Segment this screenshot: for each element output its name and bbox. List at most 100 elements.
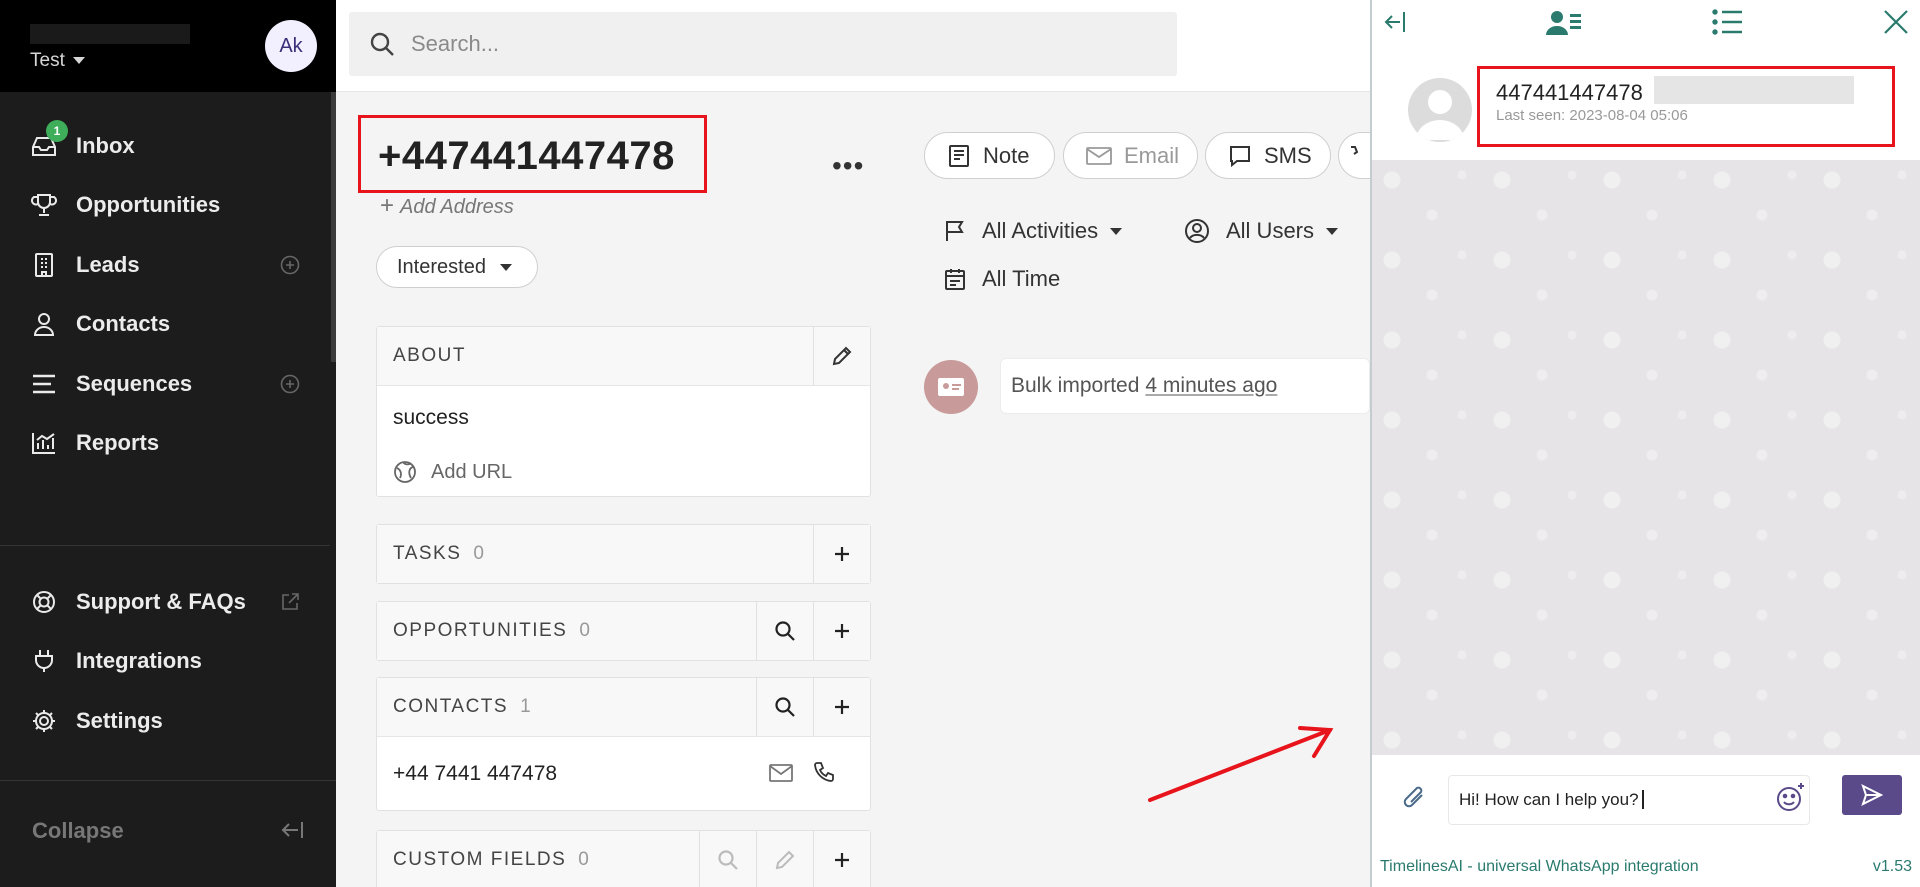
- custom-fields-count: 0: [578, 849, 589, 870]
- sidebar-item-label: Opportunities: [76, 192, 221, 218]
- inbox-badge: 1: [46, 120, 68, 142]
- envelope-icon: [1086, 146, 1112, 166]
- sidebar-item-settings[interactable]: Settings: [0, 691, 330, 751]
- add-url-link[interactable]: Add URL: [393, 460, 854, 484]
- sidebar-item-label: Integrations: [76, 648, 202, 674]
- message-composer: Hi! How can I help you?: [1372, 755, 1920, 847]
- attach-icon[interactable]: [1402, 783, 1428, 813]
- sidebar-item-integrations[interactable]: Integrations: [0, 632, 330, 692]
- close-icon[interactable]: [1882, 8, 1910, 36]
- sidebar-header: Test Ak: [0, 0, 336, 92]
- top-bar: [336, 0, 1370, 92]
- sidebar: Test Ak 1 Inbox Opportunities Leads Cont…: [0, 0, 336, 887]
- add-url-label: Add URL: [431, 460, 513, 483]
- about-header: ABOUT: [377, 327, 870, 385]
- sidebar-scrollbar[interactable]: [331, 92, 336, 362]
- users-filter[interactable]: All Users: [1184, 218, 1339, 244]
- search-contacts-button[interactable]: [756, 678, 813, 736]
- sidebar-item-reports[interactable]: Reports: [0, 414, 330, 474]
- edit-about-button[interactable]: [813, 327, 870, 385]
- sidebar-item-label: Reports: [76, 430, 160, 456]
- edit-custom-fields-button[interactable]: [756, 831, 813, 887]
- sidebar-divider: [0, 780, 336, 781]
- list-icon: [30, 370, 58, 398]
- back-arrow-icon[interactable]: [1382, 8, 1410, 36]
- sidebar-item-inbox[interactable]: 1 Inbox: [0, 116, 330, 176]
- chat-area[interactable]: [1372, 160, 1920, 755]
- time-filter[interactable]: All Time: [944, 266, 1060, 292]
- search-custom-fields-button[interactable]: [699, 831, 756, 887]
- globe-icon: [394, 461, 416, 483]
- sidebar-item-sequences[interactable]: Sequences: [0, 354, 330, 414]
- building-icon: [30, 251, 58, 279]
- call-button[interactable]: [1338, 132, 1370, 179]
- send-icon: [1861, 784, 1883, 806]
- add-opportunity-button[interactable]: [813, 602, 870, 660]
- email-contact-icon[interactable]: [769, 763, 793, 783]
- contacts-count: 1: [520, 696, 531, 717]
- call-contact-icon[interactable]: [813, 761, 835, 783]
- whatsapp-panel: 447441447478 Last seen: 2023-08-04 05:06…: [1370, 0, 1920, 887]
- plus-icon: [835, 700, 849, 714]
- sms-button[interactable]: SMS: [1205, 132, 1331, 179]
- custom-fields-title: CUSTOM FIELDS: [393, 849, 567, 870]
- highlight-box: [358, 115, 707, 193]
- annotation-arrow: [1148, 726, 1334, 802]
- users-filter-label: All Users: [1226, 218, 1315, 243]
- sms-label: SMS: [1264, 142, 1312, 168]
- caret-down-icon: [499, 263, 512, 271]
- more-options-button[interactable]: •••: [832, 150, 864, 182]
- sidebar-item-leads[interactable]: Leads: [0, 235, 330, 295]
- pencil-icon: [775, 850, 795, 870]
- workspace-name: Test: [30, 50, 65, 71]
- person-icon: [30, 310, 58, 338]
- contact-card-icon[interactable]: [1546, 8, 1582, 36]
- version-label: v1.53: [1872, 858, 1912, 875]
- list-icon[interactable]: [1712, 8, 1744, 36]
- opportunities-title: OPPORTUNITIES: [393, 620, 568, 641]
- add-custom-field-button[interactable]: [813, 831, 870, 887]
- sidebar-item-contacts[interactable]: Contacts: [0, 295, 330, 355]
- workspace-switcher[interactable]: Test: [30, 50, 85, 72]
- timeline-entry: Bulk imported 4 minutes ago: [1000, 358, 1370, 414]
- sidebar-item-opportunities[interactable]: Opportunities: [0, 176, 330, 236]
- send-button[interactable]: [1842, 775, 1902, 815]
- lifebuoy-icon: [30, 588, 58, 616]
- plus-icon: [835, 624, 849, 638]
- note-label: Note: [983, 142, 1030, 168]
- note-icon: [947, 144, 971, 168]
- message-text: Hi! How can I help you?: [1459, 790, 1639, 809]
- gear-icon: [30, 707, 58, 735]
- email-button[interactable]: Email: [1063, 132, 1198, 179]
- activities-filter[interactable]: All Activities: [944, 218, 1123, 244]
- add-lead-icon[interactable]: [280, 255, 300, 275]
- user-avatar[interactable]: Ak: [265, 20, 317, 72]
- add-sequence-icon[interactable]: [280, 374, 300, 394]
- opportunities-header: OPPORTUNITIES 0: [377, 602, 870, 660]
- pencil-icon: [832, 346, 852, 366]
- search-input[interactable]: [411, 31, 1111, 57]
- opportunities-count: 0: [579, 620, 590, 641]
- tasks-title: TASKS: [393, 543, 462, 564]
- custom-fields-header: CUSTOM FIELDS 0: [377, 831, 870, 887]
- status-dropdown[interactable]: Interested: [376, 246, 538, 288]
- sidebar-item-support[interactable]: Support & FAQs: [0, 572, 330, 632]
- add-contact-button[interactable]: [813, 678, 870, 736]
- plus-icon: [835, 853, 849, 867]
- collapse-button[interactable]: Collapse: [32, 818, 124, 844]
- user-circle-icon: [1184, 218, 1210, 244]
- search-bar[interactable]: [349, 12, 1177, 76]
- caret-down-icon: [72, 57, 85, 65]
- add-task-button[interactable]: [813, 525, 870, 583]
- add-address-link[interactable]: + Add Address: [380, 192, 514, 220]
- timeline-time-link[interactable]: 4 minutes ago: [1145, 374, 1277, 398]
- emoji-icon[interactable]: [1775, 781, 1807, 813]
- contact-row[interactable]: +44 7441 447478: [377, 736, 870, 810]
- search-opportunities-button[interactable]: [756, 602, 813, 660]
- brand-link[interactable]: TimelinesAI - universal WhatsApp integra…: [1380, 858, 1699, 876]
- note-button[interactable]: Note: [924, 132, 1055, 179]
- about-description[interactable]: success: [393, 406, 854, 430]
- message-input[interactable]: Hi! How can I help you?: [1448, 775, 1810, 825]
- collapse-icon[interactable]: [280, 820, 304, 840]
- sidebar-bottom-nav: Support & FAQs Integrations Settings: [0, 572, 330, 751]
